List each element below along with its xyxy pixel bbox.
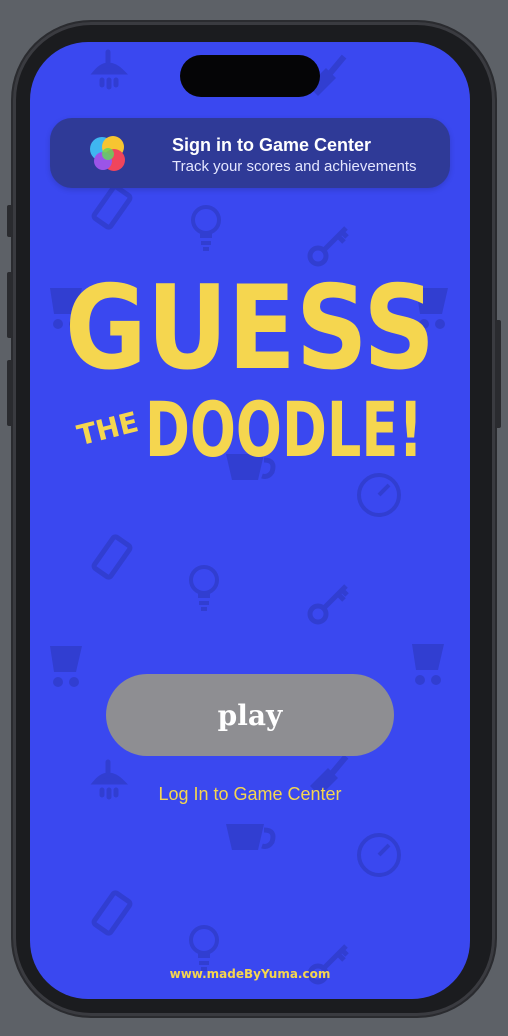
shower-icon bbox=[88, 46, 142, 100]
gauge-icon bbox=[354, 470, 404, 520]
gauge-icon bbox=[354, 830, 404, 880]
phone-icon bbox=[88, 890, 140, 942]
game-center-logo-icon bbox=[86, 132, 130, 176]
volume-down-button bbox=[7, 360, 13, 426]
play-button[interactable]: play bbox=[106, 674, 394, 756]
banner-title: Sign in to Game Center bbox=[172, 135, 372, 155]
lightbulb-icon bbox=[184, 562, 224, 614]
banner-subtitle: Track your scores and achievements bbox=[172, 158, 417, 175]
game-screen: Sign in to Game Center Track your scores… bbox=[30, 42, 470, 999]
phone-icon bbox=[88, 184, 140, 236]
key-icon bbox=[304, 578, 354, 628]
teacup-icon bbox=[220, 812, 280, 862]
game-center-banner[interactable]: Sign in to Game Center Track your scores… bbox=[50, 118, 450, 188]
title-the: THE bbox=[74, 405, 142, 452]
cart-icon bbox=[40, 632, 100, 692]
title-guess: GUESS bbox=[65, 261, 435, 396]
game-title-logo: GUESS THE DOODLE! bbox=[30, 242, 470, 474]
title-doodle: DOODLE! bbox=[145, 385, 423, 472]
volume-up-button bbox=[7, 272, 13, 338]
cart-icon bbox=[402, 630, 462, 690]
action-button bbox=[7, 205, 13, 237]
phone-icon bbox=[88, 534, 140, 586]
dynamic-island bbox=[180, 55, 320, 97]
login-game-center-link[interactable]: Log In to Game Center bbox=[30, 784, 470, 805]
power-button bbox=[495, 320, 501, 428]
footer-website-link[interactable]: www.madeByYuma.com bbox=[30, 967, 470, 981]
